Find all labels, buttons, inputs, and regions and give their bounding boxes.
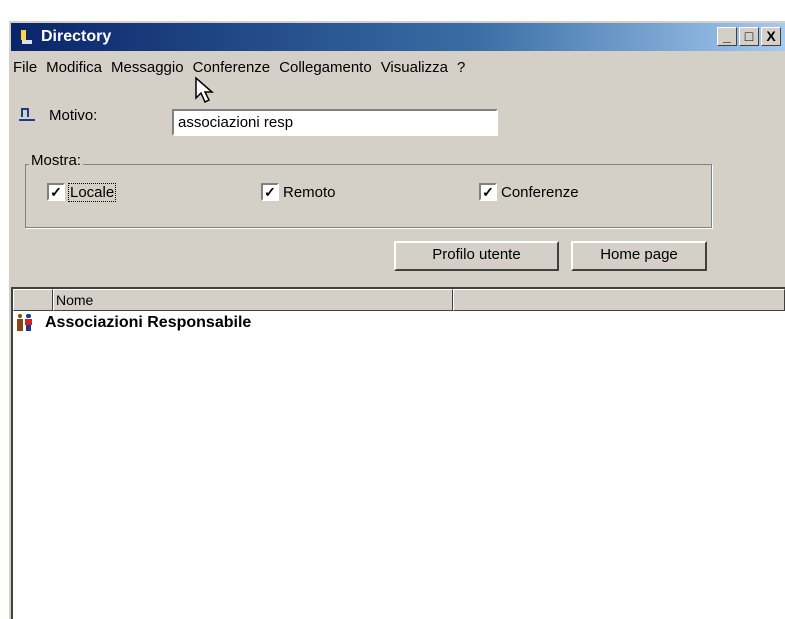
motivo-row: Motivo: xyxy=(19,107,97,124)
list-item[interactable]: Associazioni Responsabile xyxy=(13,313,251,333)
menu-messaggio[interactable]: Messaggio xyxy=(111,59,193,76)
conference-icon xyxy=(17,314,37,332)
menu-file[interactable]: File xyxy=(11,59,46,76)
motivo-input[interactable] xyxy=(172,109,498,136)
list-header: Nome xyxy=(13,289,785,311)
checkbox-locale-label: Locale xyxy=(67,182,117,202)
checkbox-conferenze-box[interactable]: ✓ xyxy=(479,183,497,201)
title-bar[interactable]: Directory _ □ X xyxy=(11,23,785,51)
checkbox-remoto[interactable]: ✓ Remoto xyxy=(261,183,336,201)
mouse-cursor-icon xyxy=(195,76,214,104)
header-extra-column[interactable] xyxy=(453,289,785,311)
maximize-button[interactable]: □ xyxy=(739,27,759,46)
close-button[interactable]: X xyxy=(761,27,781,46)
menu-modifica[interactable]: Modifica xyxy=(46,59,111,76)
mostra-legend: Mostra: xyxy=(29,152,84,169)
menu-conferenze[interactable]: Conferenze xyxy=(193,59,280,76)
list-item-name: Associazioni Responsabile xyxy=(45,314,252,331)
home-page-button[interactable]: Home page xyxy=(571,241,707,271)
app-icon xyxy=(19,29,35,45)
profilo-utente-button[interactable]: Profilo utente xyxy=(394,241,559,271)
checkbox-remoto-box[interactable]: ✓ xyxy=(261,183,279,201)
menu-collegamento[interactable]: Collegamento xyxy=(279,59,381,76)
minimize-button[interactable]: _ xyxy=(717,27,737,46)
user-icon xyxy=(19,107,37,124)
checkbox-conferenze[interactable]: ✓ Conferenze xyxy=(479,183,579,201)
directory-list[interactable]: Nome Associazioni Responsabile xyxy=(11,287,785,619)
checkbox-locale[interactable]: ✓ Locale xyxy=(47,182,117,202)
checkbox-locale-box[interactable]: ✓ xyxy=(47,183,65,201)
menu-help[interactable]: ? xyxy=(457,59,474,76)
checkbox-conferenze-label: Conferenze xyxy=(501,183,579,201)
header-icon-column[interactable] xyxy=(13,289,53,311)
motivo-label: Motivo: xyxy=(49,107,98,124)
mostra-groupbox xyxy=(25,164,712,228)
menu-visualizza[interactable]: Visualizza xyxy=(381,59,457,76)
checkbox-remoto-label: Remoto xyxy=(283,183,336,201)
menu-bar: File Modifica Messaggio Conferenze Colle… xyxy=(11,55,474,79)
window-title: Directory xyxy=(41,28,112,45)
header-nome[interactable]: Nome xyxy=(53,289,453,311)
directory-window: Directory _ □ X File Modifica Messaggio … xyxy=(8,20,785,619)
